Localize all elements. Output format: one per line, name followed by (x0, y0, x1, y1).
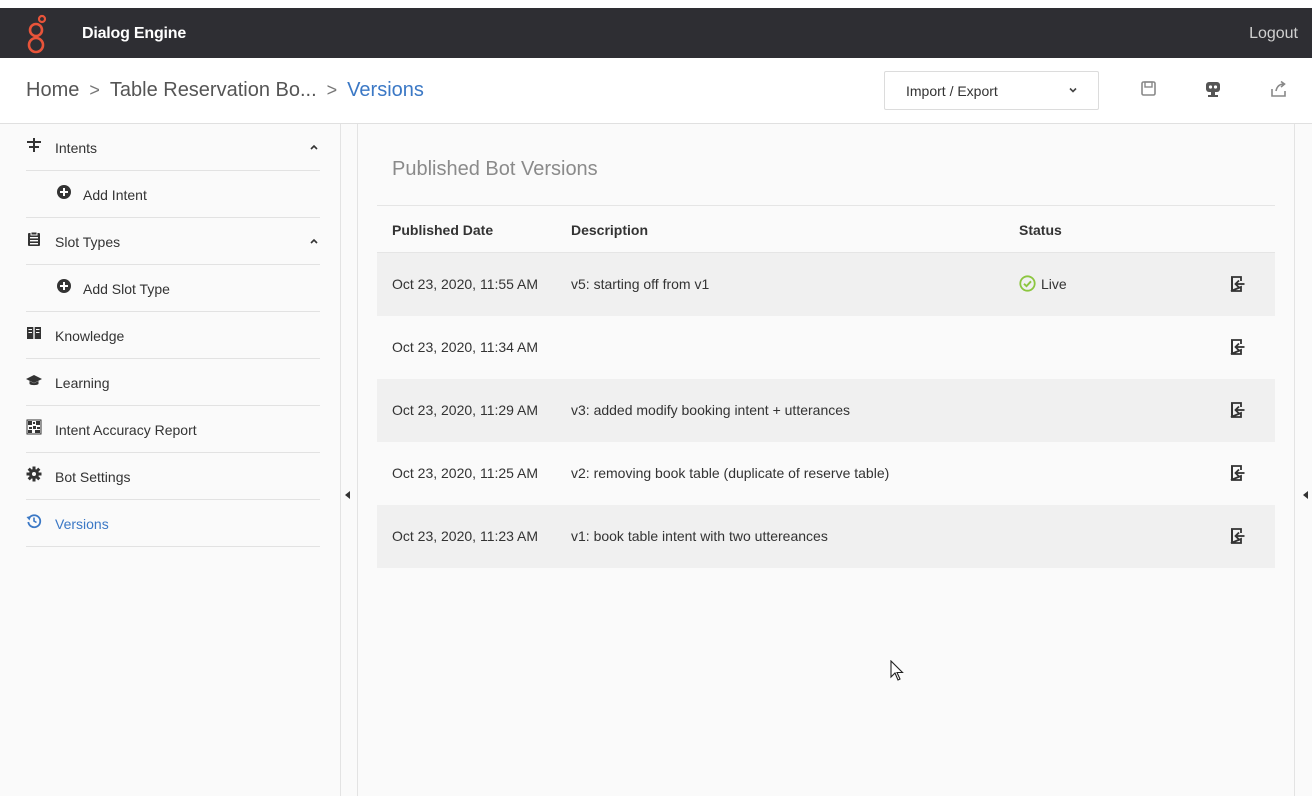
signpost-icon (27, 138, 41, 152)
import-export-dropdown[interactable]: Import / Export (884, 71, 1099, 110)
clipboard-icon (28, 231, 40, 246)
mouse-cursor-icon (890, 660, 904, 681)
table-row: Oct 23, 2020, 11:34 AM (377, 316, 1275, 379)
row-date: Oct 23, 2020, 11:34 AM (392, 339, 539, 355)
sidebar-item-versions[interactable]: Versions (26, 500, 320, 547)
sidebar-item-label: Bot Settings (55, 469, 131, 485)
app-title: Dialog Engine (82, 25, 187, 42)
publish-icon[interactable] (1268, 79, 1288, 99)
restore-version-icon[interactable] (1228, 464, 1246, 482)
sidebar-item-knowledge[interactable]: Knowledge (26, 312, 320, 359)
chevron-up-icon[interactable] (308, 236, 320, 246)
graduation-cap-icon (26, 375, 42, 386)
save-icon[interactable] (1139, 79, 1159, 99)
row-description: v1: book table intent with two uttereanc… (571, 528, 828, 544)
chevron-down-icon (1069, 87, 1077, 93)
restore-version-icon[interactable] (1228, 275, 1246, 293)
main-panel: Published Bot Versions Published Date De… (358, 124, 1294, 796)
plus-circle-icon (57, 279, 71, 293)
row-description: v3: added modify booking intent + uttera… (571, 402, 851, 418)
column-header-status: Status (1019, 222, 1062, 238)
breadcrumb-separator: > (326, 80, 338, 100)
row-date: Oct 23, 2020, 11:25 AM (392, 465, 539, 481)
row-date: Oct 23, 2020, 11:29 AM (392, 402, 539, 418)
restore-version-icon[interactable] (1228, 527, 1246, 545)
restore-version-icon[interactable] (1228, 338, 1246, 356)
window-edge (0, 0, 1312, 8)
sidebar-item-label: Add Intent (83, 187, 147, 203)
column-header-description: Description (571, 222, 649, 238)
restore-version-icon[interactable] (1228, 401, 1246, 419)
status-live: Live (1041, 276, 1067, 292)
sidebar-item-label: Add Slot Type (83, 281, 170, 297)
brand-logo-icon (27, 14, 47, 54)
breadcrumb-bot[interactable]: Table Reservation Bo... (110, 79, 317, 101)
chevron-up-icon[interactable] (308, 142, 320, 152)
history-icon (26, 514, 42, 529)
book-icon (27, 327, 41, 339)
breadcrumb-current: Versions (347, 79, 424, 101)
row-date: Oct 23, 2020, 11:23 AM (392, 528, 539, 544)
plus-circle-icon (57, 185, 71, 199)
table-row: Oct 23, 2020, 11:25 AM v2: removing book… (377, 442, 1275, 505)
sidebar: Intents Add Intent Slot Types Add Slot T… (0, 124, 341, 796)
row-description: v2: removing book table (duplicate of re… (571, 465, 890, 481)
logout-link[interactable]: Logout (1249, 25, 1298, 43)
row-date: Oct 23, 2020, 11:55 AM (392, 276, 539, 292)
sidebar-item-add-intent[interactable]: Add Intent (26, 171, 320, 218)
gear-icon (26, 466, 42, 482)
breadcrumb-home[interactable]: Home (26, 79, 79, 101)
page-header: Home > Table Reservation Bo... > Versions Im… (0, 58, 1312, 124)
table-header: Published Date Description Status (377, 205, 1275, 253)
collapse-sidebar-icon[interactable] (344, 490, 352, 500)
sidebar-item-intents[interactable]: Intents (26, 124, 320, 171)
sidebar-item-add-slot-type[interactable]: Add Slot Type (26, 265, 320, 312)
check-circle-icon (1019, 275, 1036, 292)
table-row: Oct 23, 2020, 11:29 AM v3: added modify … (377, 379, 1275, 442)
sidebar-item-label: Intents (55, 140, 98, 156)
right-panel-strip (1294, 124, 1312, 796)
sidebar-item-slot-types[interactable]: Slot Types (26, 218, 320, 265)
bot-test-icon[interactable] (1203, 79, 1223, 99)
sidebar-item-label: Learning (55, 375, 110, 391)
versions-table: Published Date Description Status Oct 23… (377, 205, 1275, 568)
table-row: Oct 23, 2020, 11:55 AM v5: starting off … (377, 253, 1275, 316)
import-export-label: Import / Export (906, 83, 998, 99)
sidebar-item-label: Intent Accuracy Report (55, 422, 197, 438)
breadcrumb-separator: > (89, 80, 100, 100)
sidebar-item-label: Versions (55, 516, 109, 532)
breadcrumb: Home > Table Reservation Bo... > Versions (26, 79, 424, 102)
report-icon (26, 419, 42, 435)
top-bar: Dialog Engine Logout (0, 0, 1312, 58)
sidebar-item-learning[interactable]: Learning (26, 359, 320, 406)
collapse-right-panel-icon[interactable] (1302, 490, 1310, 500)
table-row: Oct 23, 2020, 11:23 AM v1: book table in… (377, 505, 1275, 568)
row-description: v5: starting off from v1 (571, 276, 710, 292)
column-header-date: Published Date (392, 222, 494, 238)
sidebar-item-bot-settings[interactable]: Bot Settings (26, 453, 320, 500)
sidebar-item-label: Slot Types (55, 234, 121, 250)
page-title: Published Bot Versions (392, 158, 598, 180)
sidebar-item-intent-accuracy-report[interactable]: Intent Accuracy Report (26, 406, 320, 453)
sidebar-item-label: Knowledge (55, 328, 125, 344)
